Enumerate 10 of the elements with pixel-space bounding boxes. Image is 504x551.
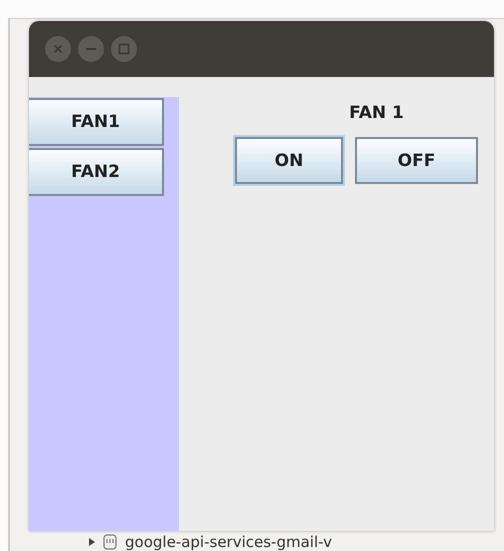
fan-button[interactable]: FAN2	[29, 148, 164, 196]
power-button[interactable]: ON	[235, 137, 343, 184]
maximize-icon[interactable]	[111, 36, 137, 62]
power-button[interactable]: OFF	[355, 137, 478, 184]
tree-item-label[interactable]: google-api-services-gmail-v	[125, 533, 332, 551]
expand-arrow-icon[interactable]	[89, 538, 95, 546]
fan-title: FAN 1	[349, 103, 404, 123]
fan-button[interactable]: FAN1	[29, 98, 164, 146]
minimize-icon[interactable]	[78, 36, 104, 62]
close-icon[interactable]	[45, 36, 71, 62]
